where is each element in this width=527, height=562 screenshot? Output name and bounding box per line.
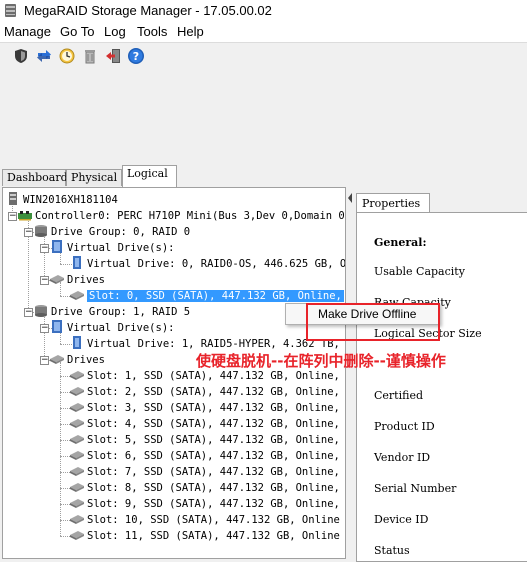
prop-serial-number: Serial Number <box>374 482 457 495</box>
menu-log[interactable]: Log <box>104 24 126 39</box>
tree-drives-1[interactable]: Drives <box>49 352 105 368</box>
tree-virtual-drives-1[interactable]: Virtual Drive(s): <box>49 320 174 336</box>
tree-controller[interactable]: Controller0: PERC H710P Mini(Bus 3,Dev 0… <box>17 208 345 224</box>
context-menu: Make Drive Offline <box>285 303 440 325</box>
ssd-drive-icon <box>70 531 84 540</box>
drives-icon <box>50 275 64 284</box>
tree-slot-9[interactable]: Slot: 9, SSD (SATA), 447.132 GB, Online, <box>69 496 340 512</box>
tree-slot-4[interactable]: Slot: 4, SSD (SATA), 447.132 GB, Online, <box>69 416 340 432</box>
virtual-drives-icon <box>52 320 62 333</box>
prop-status: Status <box>374 544 410 557</box>
virtual-drive-icon <box>73 256 81 269</box>
collapse-arrow-icon[interactable] <box>348 193 352 203</box>
tree-virtual-drives-0[interactable]: Virtual Drive(s): <box>49 240 174 256</box>
ssd-drive-icon <box>70 435 84 444</box>
controller-icon <box>18 211 32 221</box>
prop-device-id: Device ID <box>374 513 429 526</box>
drives-icon <box>50 355 64 364</box>
tree-slot-8[interactable]: Slot: 8, SSD (SATA), 447.132 GB, Online, <box>69 480 340 496</box>
annotation-text: 使硬盘脱机--在阵列中删除--谨慎操作 <box>196 352 446 370</box>
exit-icon[interactable] <box>104 47 122 65</box>
clock-icon[interactable] <box>58 47 76 65</box>
prop-section-general: General: <box>374 236 427 249</box>
server-icon <box>9 192 17 205</box>
ssd-drive-icon <box>70 499 84 508</box>
menu-manage[interactable]: Manage <box>4 24 51 39</box>
help-icon[interactable]: ? <box>127 47 145 65</box>
expander-group0-drives[interactable]: − <box>40 276 49 285</box>
tree-slot-10[interactable]: Slot: 10, SSD (SATA), 447.132 GB, Online <box>69 512 340 528</box>
tree-slot-7[interactable]: Slot: 7, SSD (SATA), 447.132 GB, Online, <box>69 464 340 480</box>
tab-dashboard[interactable]: Dashboard <box>2 169 68 186</box>
tree-drive-group-1[interactable]: Drive Group: 1, RAID 5 <box>33 304 190 320</box>
tree-slot-11[interactable]: Slot: 11, SSD (SATA), 447.132 GB, Online <box>69 528 340 544</box>
expander-group1-vd[interactable]: − <box>40 324 49 333</box>
window-title: MegaRAID Storage Manager - 17.05.00.02 <box>24 3 272 18</box>
prop-vendor-id: Vendor ID <box>374 451 431 464</box>
menu-item-make-drive-offline[interactable]: Make Drive Offline <box>318 307 416 321</box>
virtual-drive-icon <box>73 336 81 349</box>
tree-server[interactable]: WIN2016XH181104 <box>5 192 118 208</box>
drive-group-icon <box>35 305 47 317</box>
expander-controller[interactable]: − <box>8 212 17 221</box>
ssd-drive-icon <box>70 419 84 428</box>
ssd-drive-icon <box>70 291 84 300</box>
tree-slot-3[interactable]: Slot: 3, SSD (SATA), 447.132 GB, Online, <box>69 400 340 416</box>
drive-group-icon <box>35 225 47 237</box>
tree-drive-group-0[interactable]: Drive Group: 0, RAID 0 <box>33 224 190 240</box>
ssd-drive-icon <box>70 403 84 412</box>
tree-virtual-drive-0[interactable]: Virtual Drive: 0, RAID0-OS, 446.625 GB, … <box>69 256 345 272</box>
expander-group1-drives[interactable]: − <box>40 356 49 365</box>
tree-slot-0[interactable]: Slot: 0, SSD (SATA), 447.132 GB, Online, <box>69 288 344 304</box>
expander-group0-vd[interactable]: − <box>40 244 49 253</box>
panel-splitter[interactable] <box>347 187 353 562</box>
ssd-drive-icon <box>70 483 84 492</box>
tab-logical[interactable]: Logical <box>122 165 177 187</box>
tab-physical[interactable]: Physical <box>66 169 122 186</box>
trash-icon[interactable] <box>81 47 99 65</box>
menu-bar: Manage Go To Log Tools Help <box>0 22 527 42</box>
virtual-drives-icon <box>52 240 62 253</box>
tree-slot-2[interactable]: Slot: 2, SSD (SATA), 447.132 GB, Online, <box>69 384 340 400</box>
ssd-drive-icon <box>70 515 84 524</box>
app-server-icon <box>5 4 16 17</box>
expander-group1[interactable]: − <box>24 308 33 317</box>
ssd-drive-icon <box>70 467 84 476</box>
tree-slot-6[interactable]: Slot: 6, SSD (SATA), 447.132 GB, Online, <box>69 448 340 464</box>
tree-slot-5[interactable]: Slot: 5, SSD (SATA), 447.132 GB, Online, <box>69 432 340 448</box>
prop-usable-capacity: Usable Capacity <box>374 265 465 278</box>
ssd-drive-icon <box>70 371 84 380</box>
prop-certified: Certified <box>374 389 424 402</box>
prop-logical-sector-size: Logical Sector Size <box>374 327 482 340</box>
menu-go-to[interactable]: Go To <box>60 24 94 39</box>
menu-tools[interactable]: Tools <box>137 24 167 39</box>
svg-text:?: ? <box>133 50 139 63</box>
tab-properties[interactable]: Properties <box>356 193 430 213</box>
toolbar: ? <box>0 42 527 69</box>
ssd-drive-icon <box>70 451 84 460</box>
tree-drives-0[interactable]: Drives <box>49 272 105 288</box>
logical-tree-panel[interactable]: − − − − − − − WIN2016XH181104 Controller… <box>2 187 346 559</box>
title-bar: MegaRAID Storage Manager - 17.05.00.02 <box>0 0 527 22</box>
shield-icon[interactable] <box>12 47 30 65</box>
menu-help[interactable]: Help <box>177 24 204 39</box>
refresh-arrows-icon[interactable] <box>35 47 53 65</box>
ssd-drive-icon <box>70 387 84 396</box>
expander-group0[interactable]: − <box>24 228 33 237</box>
prop-product-id: Product ID <box>374 420 435 433</box>
